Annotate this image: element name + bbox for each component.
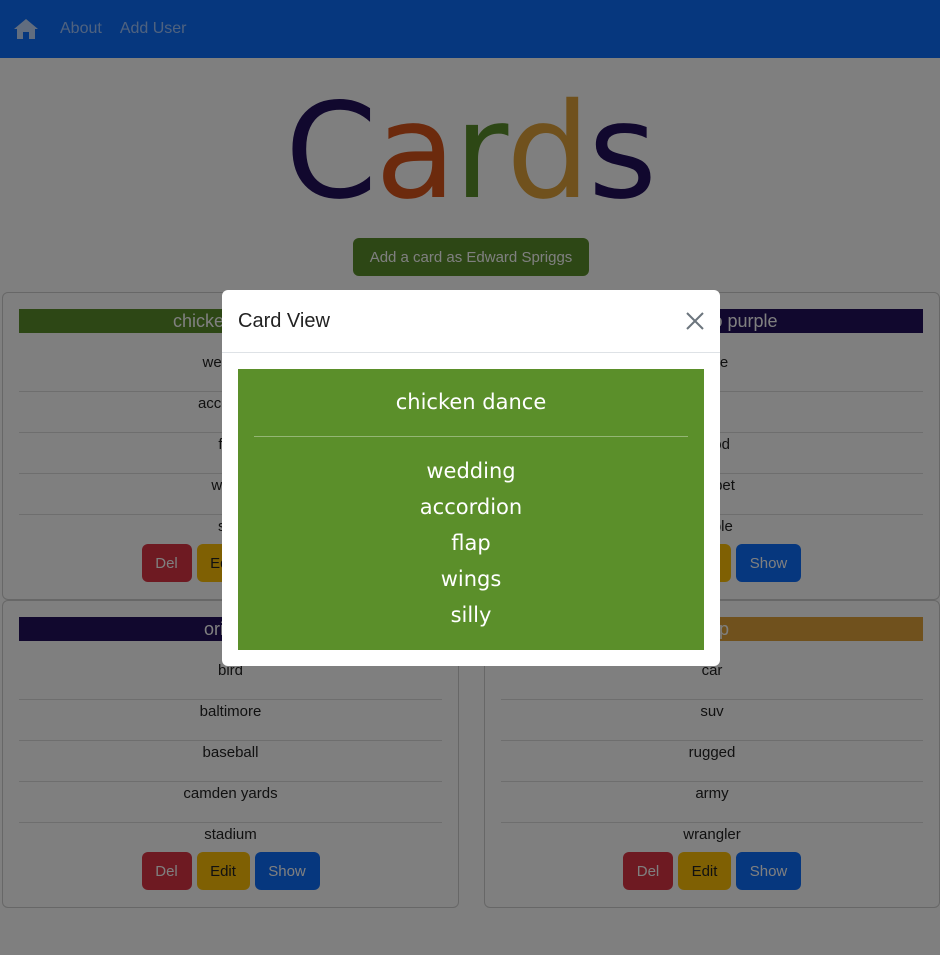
card-view-modal: Card View chicken dance wedding accordio… — [222, 290, 720, 666]
modal-title: Card View — [238, 310, 330, 332]
modal-header: Card View — [222, 290, 720, 353]
modal-card-item: flap — [451, 531, 491, 555]
modal-card-item: accordion — [419, 495, 523, 519]
modal-card-item: silly — [450, 603, 492, 627]
modal-card-item: wings — [440, 567, 502, 591]
close-icon[interactable] — [684, 310, 706, 332]
modal-card: chicken dance wedding accordion flap win… — [238, 369, 704, 650]
modal-card-item: wedding — [426, 459, 516, 483]
modal-card-title: chicken dance — [395, 390, 547, 414]
divider — [254, 436, 688, 437]
